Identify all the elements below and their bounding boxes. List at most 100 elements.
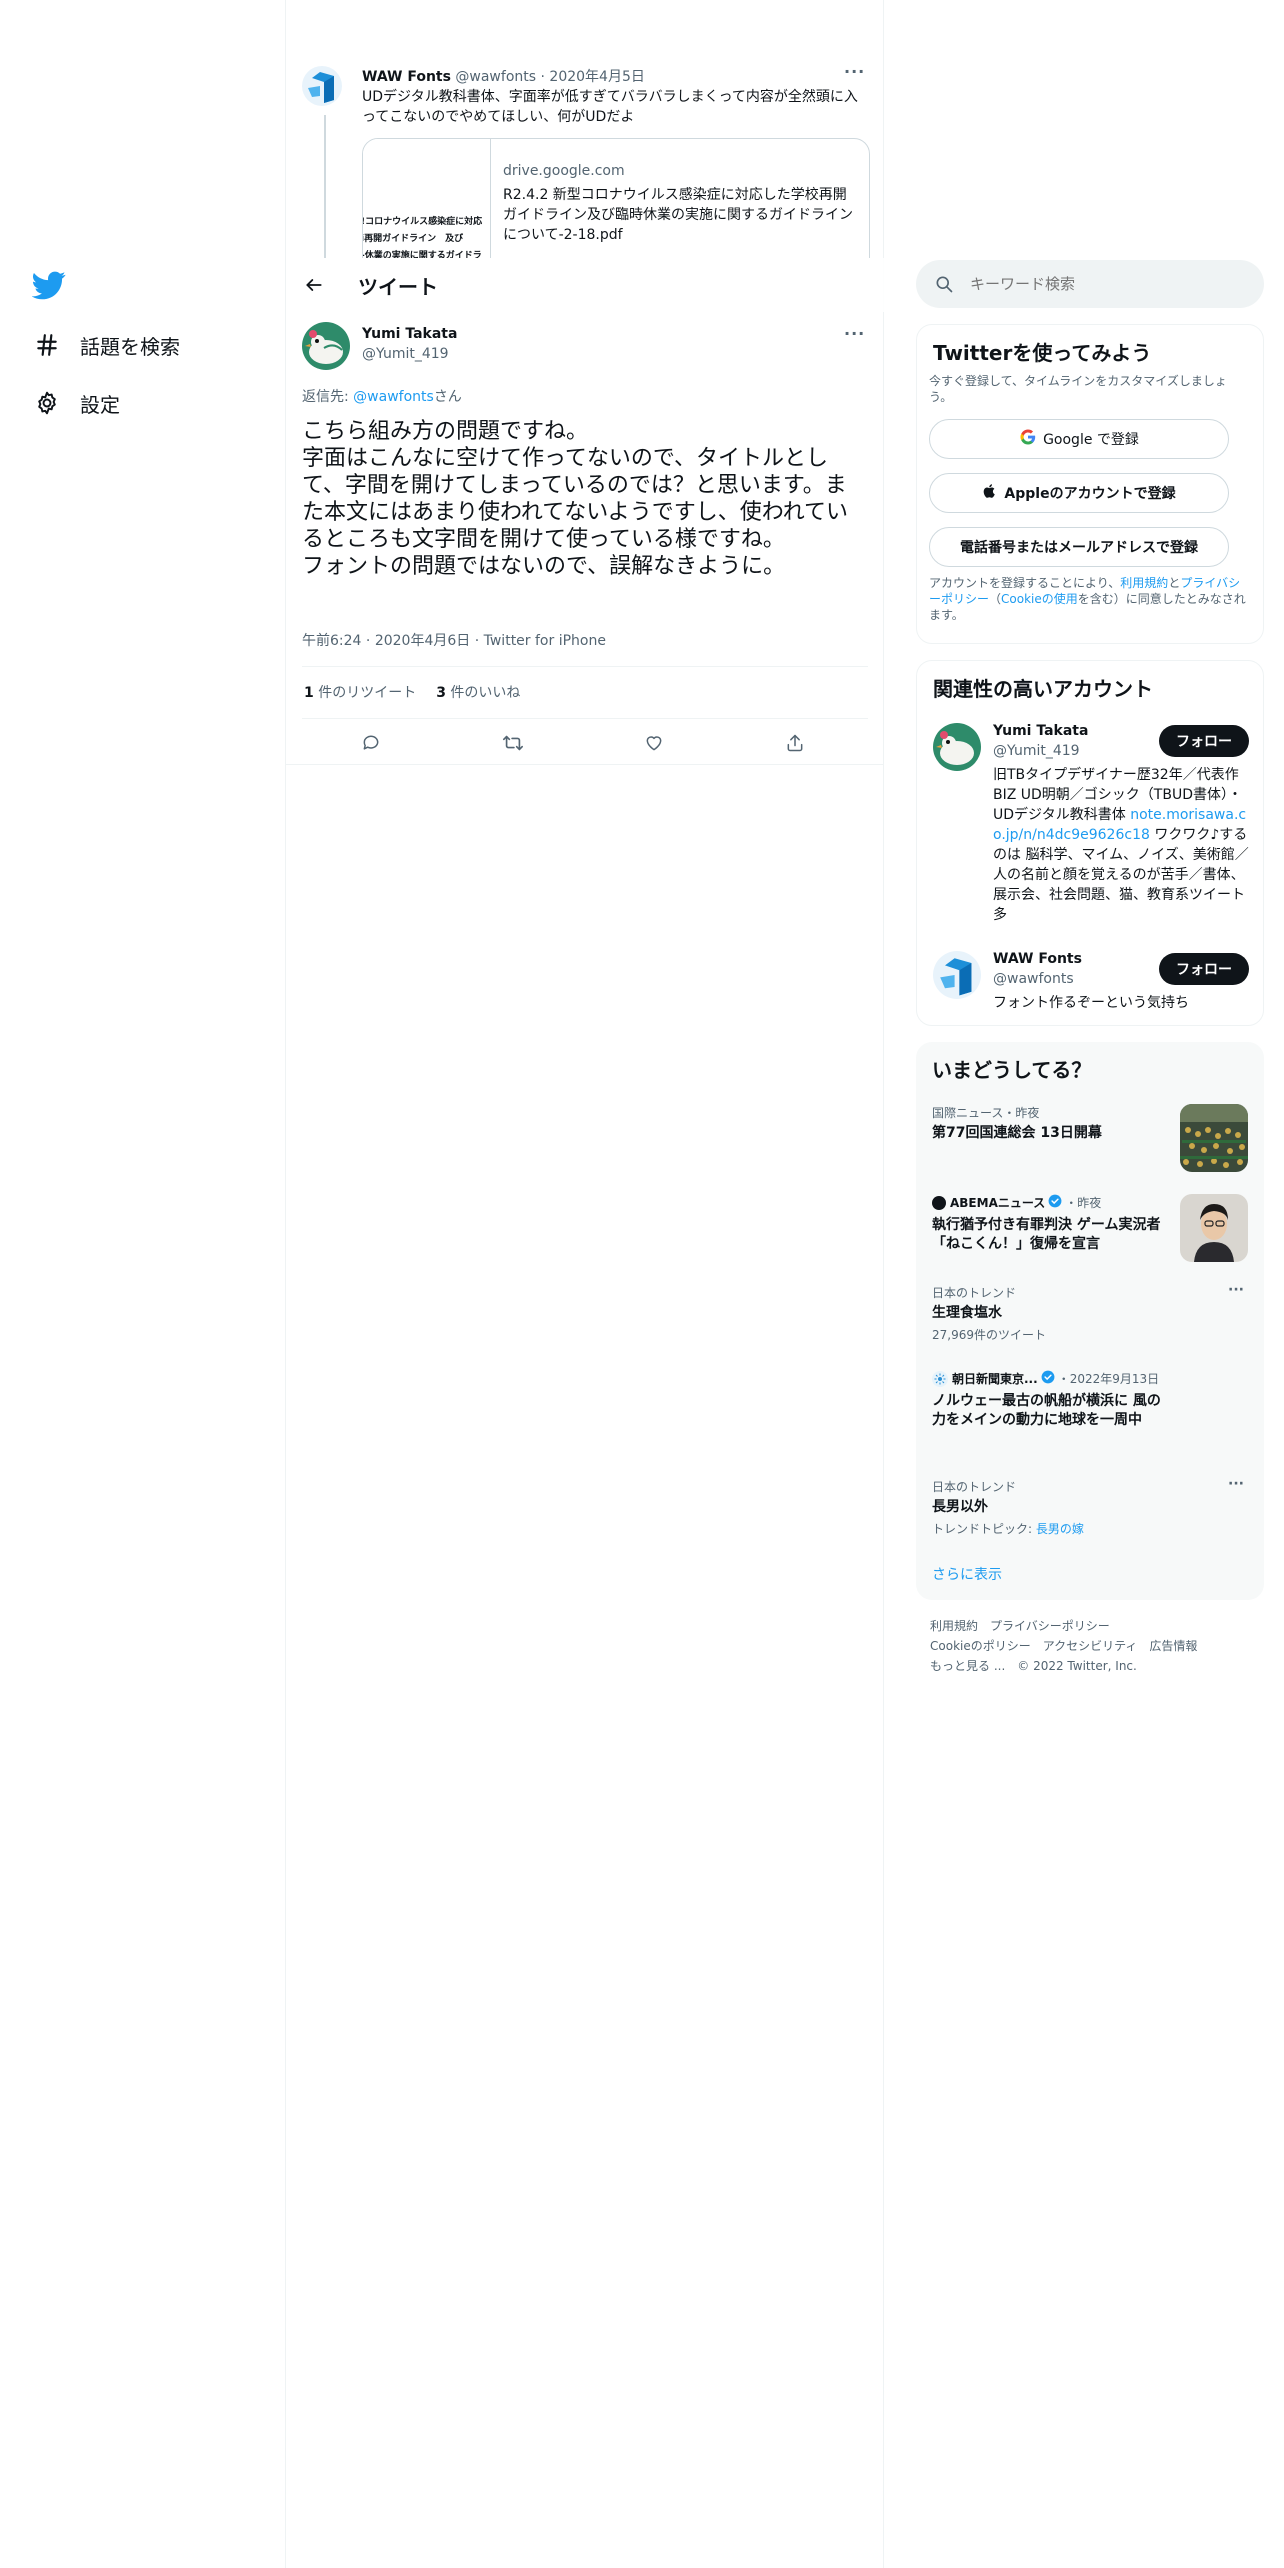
more-options-icon[interactable]: ··· <box>1228 1476 1244 1492</box>
apple-signup-button[interactable]: Appleのアカウントで登録 <box>929 473 1229 513</box>
trends-panel: いまどうしてる？ 国際ニュース・昨夜 第77回国連総会 13日開幕 ABEMAニ… <box>916 1042 1264 1600</box>
trend-source[interactable]: 朝日新聞東京... <box>952 1370 1038 1387</box>
nav-explore[interactable]: 話題を検索 <box>30 325 180 365</box>
related-account-handle[interactable]: @Yumit_419 <box>993 743 1080 759</box>
trend-topic-link[interactable]: 長男の嫁 <box>1036 1522 1084 1536</box>
related-accounts-panel: 関連性の高いアカウント Yumi Takata @Yumit_419 フォロー … <box>916 660 1264 1026</box>
terms-link[interactable]: 利用規約 <box>1120 576 1168 590</box>
parent-tweet-name[interactable]: WAW Fonts <box>362 69 451 85</box>
verified-badge-icon <box>1048 1194 1062 1211</box>
trend-topic-prefix: トレンドトピック: <box>932 1522 1036 1536</box>
separator-dot: · <box>540 69 545 85</box>
share-icon[interactable] <box>782 730 808 756</box>
thumbnail-line: i再開ガイドライン 及び <box>362 234 464 244</box>
retweet-icon[interactable] <box>500 730 526 756</box>
tweet-author-handle[interactable]: @Yumit_419 <box>362 346 449 362</box>
reply-to-prefix: 返信先: <box>302 389 354 405</box>
footer-ads-link[interactable]: 広告情報 <box>1149 1639 1197 1653</box>
signup-panel: Twitterを使ってみよう 今すぐ登録して、タイムラインをカスタマイズしましょ… <box>916 324 1264 644</box>
tweet-text-line: 字面はこんなに空けて作ってないので、タイトルとして、字間を開けてしまっているので… <box>302 446 849 552</box>
footer-cookie-link[interactable]: Cookieのポリシー <box>930 1639 1031 1653</box>
nav-settings-label: 設定 <box>80 392 120 417</box>
trend-image-assembly-hall[interactable] <box>1180 1104 1248 1172</box>
legal-prefix: アカウントを登録することにより、 <box>929 576 1121 590</box>
footer-copyright: © 2022 Twitter, Inc. <box>1017 1659 1137 1673</box>
sidebar-footer: 利用規約 プライバシーポリシー Cookieのポリシー アクセシビリティ 広告情報 も… <box>930 1616 1260 1676</box>
asahi-logo-icon <box>932 1370 948 1387</box>
more-options-icon[interactable]: ··· <box>844 324 865 343</box>
twitter-logo-icon[interactable] <box>31 268 66 302</box>
more-options-icon[interactable]: ··· <box>844 62 865 81</box>
tweet-source[interactable]: Twitter for iPhone <box>484 633 606 649</box>
phone-email-signup-button[interactable]: 電話番号またはメールアドレスで登録 <box>929 527 1229 567</box>
parent-tweet[interactable]: WAW Fonts @wawfonts · 2020年4月5日 ··· UDデジ… <box>286 0 884 258</box>
nav-explore-label: 話題を検索 <box>80 334 180 359</box>
more-options-icon[interactable]: ··· <box>1228 1282 1244 1298</box>
tweet-author-name[interactable]: Yumi Takata <box>362 326 457 342</box>
show-more-link[interactable]: さらに表示 <box>932 1564 1002 1584</box>
trend-context: 日本のトレンド <box>932 1286 1017 1300</box>
tweet-time[interactable]: 午前6:24 <box>302 633 361 649</box>
divider <box>302 666 868 667</box>
wawfonts-avatar[interactable] <box>933 951 981 999</box>
footer-accessibility-link[interactable]: アクセシビリティ <box>1043 1639 1138 1653</box>
gear-icon <box>30 386 64 420</box>
follow-button[interactable]: フォロー <box>1159 725 1249 757</box>
separator-dot: · <box>474 633 484 649</box>
trend-image-person[interactable] <box>1180 1194 1248 1262</box>
yumi-takata-avatar[interactable] <box>933 723 981 771</box>
nav-settings[interactable]: 設定 <box>30 383 120 423</box>
phone-email-signup-label: 電話番号またはメールアドレスで登録 <box>960 540 1198 556</box>
footer-privacy-link[interactable]: プライバシーポリシー <box>990 1619 1110 1633</box>
search-input[interactable] <box>970 268 1250 300</box>
main-column: WAW Fonts @wawfonts · 2020年4月5日 ··· UDデジ… <box>286 0 884 2568</box>
search-box[interactable] <box>916 260 1264 308</box>
google-signup-button[interactable]: Google で登録 <box>929 419 1229 459</box>
back-arrow-icon[interactable] <box>298 269 330 301</box>
reply-to-handle[interactable]: @wawfonts <box>353 389 434 405</box>
signup-legal-text: アカウントを登録することにより、利用規約とプライバシーポリシー（Cookieの使… <box>929 575 1249 623</box>
footer-more-link[interactable]: もっと見る ... <box>930 1659 1005 1673</box>
reply-icon[interactable] <box>358 730 384 756</box>
parent-tweet-handle[interactable]: @wawfonts <box>455 69 536 85</box>
related-account-name[interactable]: Yumi Takata <box>993 723 1088 739</box>
yumi-takata-avatar[interactable] <box>302 322 350 370</box>
related-title: 関連性の高いアカウント <box>933 677 1153 701</box>
signup-subtitle: 今すぐ登録して、タイムラインをカスタマイズしましょう。 <box>929 374 1227 404</box>
tweet-text-line: こちら組み方の問題ですね。 <box>302 419 589 444</box>
trend-title[interactable]: 長男以外 <box>932 1498 1172 1517</box>
related-account-name[interactable]: WAW Fonts <box>993 951 1082 967</box>
trend-tweet-count: 27,969件のツイート <box>932 1328 1046 1342</box>
google-icon <box>1019 428 1037 450</box>
like-heart-icon[interactable] <box>641 730 667 756</box>
trend-title[interactable]: ノルウェー最古の帆船が横浜に 風の力をメインの動力に地球を一周中 <box>932 1392 1162 1430</box>
divider <box>302 718 868 719</box>
likes-stat[interactable]: 3 件のいいね <box>436 682 520 702</box>
trend-context: 国際ニュース・昨夜 <box>932 1106 1040 1120</box>
footer-terms-link[interactable]: 利用規約 <box>930 1619 978 1633</box>
search-icon <box>934 274 954 298</box>
trend-context: 朝日新聞東京... ・2022年9月13日 <box>932 1370 1159 1387</box>
link-card[interactable]: !コロナウイルス感染症に対応 i再開ガイドライン 及び -休業の実施に関するガイ… <box>362 138 870 258</box>
retweets-count: 1 <box>304 685 314 701</box>
wawfonts-avatar[interactable] <box>302 66 342 106</box>
tweet-page-header: ツイート <box>286 258 884 312</box>
legal-paren: （ <box>989 592 1002 606</box>
cookie-link[interactable]: Cookieの使用 <box>1001 592 1078 606</box>
trend-title[interactable]: 生理食塩水 <box>932 1304 1172 1323</box>
trend-context: 日本のトレンド <box>932 1480 1017 1494</box>
thread-connector <box>324 115 326 258</box>
trend-source[interactable]: ABEMAニュース <box>950 1194 1045 1211</box>
trend-context: ABEMAニュース ・昨夜 <box>932 1194 1101 1211</box>
separator-dot: · <box>365 633 375 649</box>
retweets-stat[interactable]: 1 件のリツイート <box>304 682 416 702</box>
related-account-handle[interactable]: @wawfonts <box>993 971 1074 987</box>
follow-button[interactable]: フォロー <box>1159 953 1249 985</box>
parent-tweet-header: WAW Fonts @wawfonts · 2020年4月5日 <box>362 66 645 86</box>
related-account-bio: フォント作るぞーという気持ち <box>993 995 1189 1011</box>
parent-tweet-date[interactable]: 2020年4月5日 <box>549 69 644 85</box>
trend-title[interactable]: 第77回国連総会 13日開幕 <box>932 1124 1172 1143</box>
trend-title[interactable]: 執行猶予付き有罪判決 ゲーム実況者「ねこくん！」復帰を宣言 <box>932 1216 1172 1254</box>
divider <box>286 764 884 765</box>
tweet-date[interactable]: 2020年4月6日 <box>375 633 470 649</box>
